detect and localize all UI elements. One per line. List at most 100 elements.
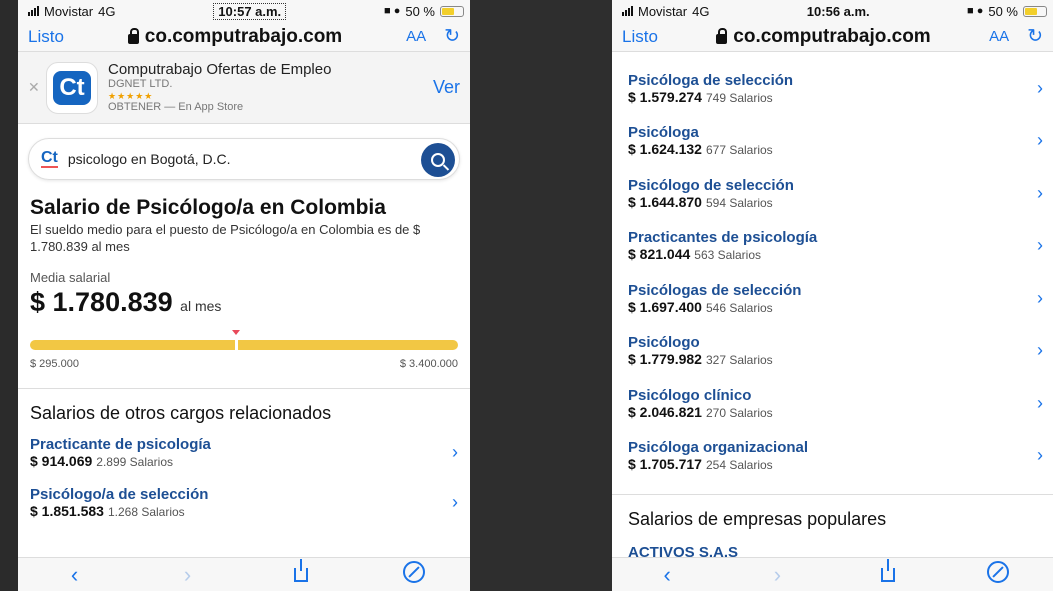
lock-rotation-icon: ■ ● (384, 5, 401, 17)
job-title-link[interactable]: Psicólogas de selección (628, 282, 801, 299)
job-title-link[interactable]: Psicólogo de selección (628, 177, 794, 194)
chevron-right-icon[interactable]: › (452, 492, 458, 513)
compass-icon[interactable] (394, 560, 434, 589)
job-count: 563 Salarios (694, 248, 762, 263)
search-query[interactable]: psicologo en Bogotá, D.C. (68, 151, 231, 167)
domain-text: co.computrabajo.com (144, 25, 343, 47)
chevron-right-icon[interactable]: › (1037, 235, 1043, 256)
reload-icon[interactable]: ↻ (444, 25, 460, 48)
chevron-right-icon[interactable]: › (1037, 288, 1043, 309)
job-title-link[interactable]: Psicóloga organizacional (628, 439, 808, 456)
job-salary: $ 2.046.821 (628, 403, 702, 420)
signal-icon (28, 6, 39, 16)
list-item[interactable]: Psicólogo de selección $ 1.644.870 594 Sal… (612, 167, 1053, 220)
right-phone-screen: Movistar 4G 10:56 a.m. ■ ● 50 % Listo co… (612, 0, 1053, 591)
clock: 10:56 a.m. (806, 3, 870, 19)
signal-icon (622, 6, 633, 16)
search-icon (431, 153, 445, 167)
job-salary: $ 1.851.583 (30, 503, 104, 520)
chevron-right-icon[interactable]: › (1037, 340, 1043, 361)
search-input[interactable]: Ct psicologo en Bogotá, D.C. (28, 138, 460, 180)
job-count: 270 Salarios (705, 405, 773, 420)
chevron-right-icon[interactable]: › (1037, 393, 1043, 414)
back-icon[interactable]: ‹ (647, 562, 687, 588)
address-field[interactable]: co.computrabajo.com (716, 25, 931, 48)
close-icon[interactable]: ✕ (28, 79, 46, 96)
domain-text: co.computrabajo.com (733, 25, 931, 47)
page-title: Salario de Psicólogo/a en Colombia (30, 196, 386, 219)
job-title-link[interactable]: Psicóloga (628, 124, 773, 141)
network-type: 4G (692, 3, 710, 19)
text-size-button[interactable]: AA (406, 28, 426, 45)
job-title-link[interactable]: Psicólogo (628, 334, 773, 351)
battery-percent: 50 % (988, 3, 1018, 19)
share-icon[interactable] (868, 558, 908, 588)
related-section-title: Salarios de otros cargos relacionados (30, 402, 332, 423)
carrier-name: Movistar (44, 3, 94, 19)
job-salary: $ 914.069 (30, 453, 93, 470)
job-salary: $ 1.579.274 (628, 88, 702, 105)
battery-percent: 50 % (405, 3, 435, 19)
browser-url-bar: Listo co.computrabajo.com AA ↻ (612, 22, 1053, 52)
app-developer: DGNET LTD. (108, 78, 173, 91)
app-get-text: OBTENER — En App Store (108, 101, 244, 114)
list-item[interactable]: Psicóloga $ 1.624.132 677 Salarios › (612, 115, 1053, 168)
job-title-link[interactable]: Psicóloga de selección (628, 72, 793, 89)
reload-icon[interactable]: ↻ (1027, 25, 1043, 48)
average-label: Media salarial (30, 269, 111, 285)
list-item[interactable]: Practicante de psicología $ 914.069 2.899… (18, 428, 470, 478)
forward-icon[interactable]: › (168, 562, 208, 588)
site-logo: Ct (41, 149, 58, 168)
back-icon[interactable]: ‹ (55, 562, 95, 588)
status-bar: Movistar 4G 10:57 a.m. ■ ● 50 % (18, 0, 470, 22)
job-title-link[interactable]: Psicólogo clínico (628, 387, 773, 404)
done-button[interactable]: Listo (28, 27, 64, 47)
app-logo: Ct (46, 61, 98, 114)
search-button[interactable] (421, 143, 455, 177)
company-link[interactable]: ACTIVOS S.A.S (612, 534, 1053, 558)
job-salary: $ 1.624.132 (628, 141, 702, 158)
battery-icon (1023, 5, 1047, 17)
range-min: $ 295.000 (30, 357, 79, 370)
battery-icon (440, 5, 464, 17)
compass-icon[interactable] (978, 560, 1018, 589)
list-item[interactable]: Psicólogo/a de selección $ 1.851.583 1.26… (18, 478, 470, 528)
done-button[interactable]: Listo (622, 27, 658, 47)
view-app-button[interactable]: Ver (433, 77, 460, 98)
job-count: 594 Salarios (705, 195, 773, 210)
job-count: 2.899 Salarios (96, 455, 174, 470)
chevron-right-icon[interactable]: › (1037, 78, 1043, 99)
job-title-link[interactable]: Psicólogo/a de selección (30, 486, 208, 503)
carrier-name: Movistar (638, 3, 688, 19)
text-size-button[interactable]: AA (989, 28, 1009, 45)
chevron-right-icon[interactable]: › (1037, 445, 1043, 466)
job-title-link[interactable]: Practicantes de psicología (628, 229, 817, 246)
list-item[interactable]: Psicólogo $ 1.779.982 327 Salarios › (612, 325, 1053, 378)
chevron-right-icon[interactable]: › (1037, 183, 1043, 204)
share-icon[interactable] (281, 558, 321, 588)
average-salary-unit: al mes (180, 297, 222, 314)
salary-description: El sueldo medio para el puesto de Psicól… (30, 222, 421, 254)
lock-icon (127, 28, 139, 44)
address-field[interactable]: co.computrabajo.com (127, 25, 343, 48)
job-count: 677 Salarios (705, 143, 773, 158)
companies-section-title: Salarios de empresas populares (628, 509, 887, 529)
forward-icon[interactable]: › (757, 562, 797, 588)
network-type: 4G (98, 3, 116, 19)
salary-range-bar (30, 329, 458, 350)
job-count: 1.268 Salarios (107, 505, 185, 520)
list-item[interactable]: Psicóloga organizacional $ 1.705.717 254 S… (612, 430, 1053, 483)
job-count: 546 Salarios (705, 300, 773, 315)
list-item[interactable]: Practicantes de psicología $ 821.044 563 S… (612, 220, 1053, 273)
list-item[interactable]: Psicóloga de selección $ 1.579.274 749 Sal… (612, 62, 1053, 115)
list-item[interactable]: Psicólogas de selección $ 1.697.400 546 Sa… (612, 272, 1053, 325)
job-title-link[interactable]: Practicante de psicología (30, 436, 211, 453)
clock: 10:57 a.m. (213, 2, 287, 20)
salary-list: Psicóloga de selección $ 1.579.274 749 Sal… (612, 52, 1053, 482)
average-salary-value: $ 1.780.839 (30, 286, 173, 317)
job-salary: $ 1.644.870 (628, 193, 702, 210)
list-item[interactable]: Psicólogo clínico $ 2.046.821 270 Salarios… (612, 377, 1053, 430)
chevron-right-icon[interactable]: › (1037, 130, 1043, 151)
status-bar: Movistar 4G 10:56 a.m. ■ ● 50 % (612, 0, 1053, 22)
chevron-right-icon[interactable]: › (452, 442, 458, 463)
